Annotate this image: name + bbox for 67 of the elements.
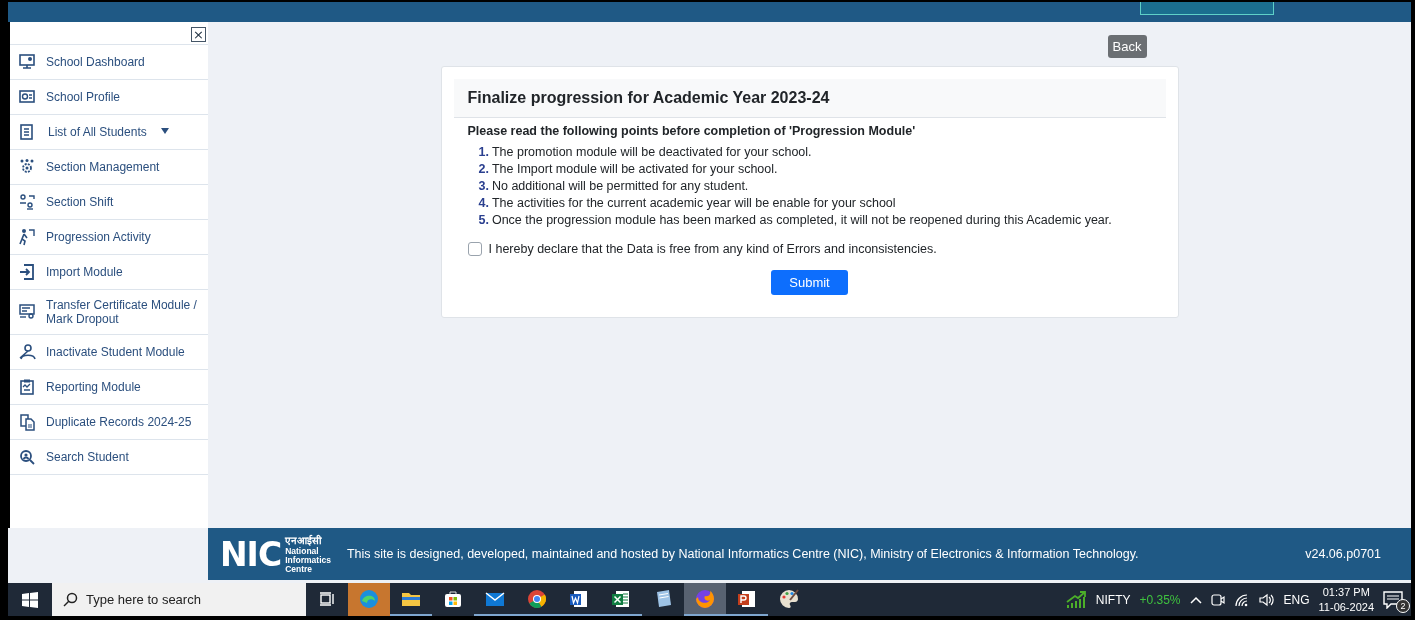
caret-down-icon bbox=[160, 127, 169, 134]
close-button[interactable]: × bbox=[191, 27, 206, 42]
search-field[interactable]: Type here to search bbox=[52, 583, 306, 616]
sidebar-item[interactable]: List of All Students bbox=[10, 115, 208, 150]
top-bar-button[interactable] bbox=[1140, 2, 1274, 15]
card-title: Finalize progression for Academic Year 2023-24 bbox=[467, 89, 831, 107]
list-number: 4. bbox=[478, 196, 489, 210]
list-text: The activities for the current academic year will be enable for your school bbox=[491, 196, 896, 210]
submit-button[interactable]: Submit bbox=[771, 270, 848, 295]
windows-stack-icon bbox=[319, 590, 335, 607]
ticker-name: NIFTY bbox=[1095, 592, 1131, 607]
clipboard-icon bbox=[18, 378, 36, 396]
fox-globe-icon bbox=[694, 587, 716, 610]
clock[interactable]: 01:37 PM 11-06-2024 bbox=[1318, 584, 1374, 615]
sidebar-item[interactable]: Progression Activity bbox=[10, 220, 208, 255]
documents-icon bbox=[18, 413, 36, 431]
list-text: The promotion module will be deactivated for your school. bbox=[491, 145, 812, 159]
wifi-icon[interactable] bbox=[1233, 592, 1250, 607]
list-number: 1. bbox=[478, 145, 489, 159]
list-number: 3. bbox=[478, 179, 489, 193]
sidebar-item[interactable]: Inactivate Student Module bbox=[10, 335, 208, 370]
import-icon bbox=[18, 263, 36, 281]
sidebar-item[interactable]: School Profile bbox=[10, 80, 208, 115]
people-swap-icon bbox=[18, 193, 36, 211]
speaker-icon[interactable] bbox=[1258, 592, 1275, 607]
back-button[interactable]: Back bbox=[1107, 35, 1147, 58]
checkbox[interactable] bbox=[467, 242, 482, 256]
sidebar-item[interactable]: Duplicate Records 2024-25 bbox=[10, 405, 208, 440]
rising-chart-icon bbox=[1064, 589, 1087, 610]
sidebar-item[interactable]: Transfer Certificate Module / Mark Dropout bbox=[10, 290, 208, 335]
declaration-text: I hereby declare that the Data is free from any kind of Errors and inconsistencies. bbox=[488, 242, 937, 256]
ticker-change: +0.35% bbox=[1139, 592, 1181, 607]
four-panes-icon bbox=[22, 591, 38, 608]
list-icon bbox=[18, 123, 36, 141]
sidebar-item[interactable]: Import Module bbox=[10, 255, 208, 290]
camera-icon[interactable] bbox=[1210, 591, 1225, 608]
logo-text: Informatics bbox=[285, 555, 331, 565]
list-number: 2. bbox=[478, 162, 489, 176]
sidebar-item[interactable]: Reporting Module bbox=[10, 370, 208, 405]
list-number: 5. bbox=[478, 213, 489, 227]
wave-circle-icon bbox=[358, 587, 380, 610]
color-wheel-icon bbox=[526, 587, 548, 610]
monitor-icon bbox=[18, 53, 36, 71]
footer-text: This site is designed, developed, maintained and hosted by National Informatics Centre (NIC), Ministry of Electronics & Information Technology. bbox=[346, 547, 1140, 561]
list-text: No additional will be permitted for any student. bbox=[491, 179, 749, 193]
certificate-icon bbox=[18, 303, 36, 321]
version-text: v24.06.p0701 bbox=[1305, 547, 1381, 561]
search-person-icon bbox=[18, 448, 36, 466]
person-walking-icon bbox=[18, 228, 36, 246]
sidebar-item[interactable]: Section Shift bbox=[10, 185, 208, 220]
id-card-icon bbox=[18, 88, 36, 106]
logo-text: NIC bbox=[220, 537, 282, 571]
message-icon[interactable] bbox=[1383, 590, 1403, 609]
palette-icon bbox=[778, 587, 800, 610]
language-indicator[interactable]: ENG bbox=[1283, 592, 1310, 607]
list-text: Once the progression module has been marked as completed, it will not be reopened during this Academic year. bbox=[491, 213, 1112, 227]
search-icon bbox=[62, 592, 78, 608]
notification-count: 2 bbox=[1396, 598, 1410, 613]
chevron-up-icon[interactable] bbox=[1189, 595, 1202, 604]
logo-text: Centre bbox=[285, 564, 314, 574]
sidebar-item[interactable]: Section Management bbox=[10, 150, 208, 185]
instructions-heading: Please read the following points before completion of 'Progression Module' bbox=[467, 124, 917, 138]
sidebar-item[interactable]: School Dashboard bbox=[10, 45, 208, 80]
sidebar-item[interactable]: Search Student bbox=[10, 440, 208, 475]
logo-text: National bbox=[285, 546, 319, 556]
logo-text: एनआईसी bbox=[285, 534, 324, 547]
list-text: The Import module will be activated for your school. bbox=[491, 162, 778, 176]
